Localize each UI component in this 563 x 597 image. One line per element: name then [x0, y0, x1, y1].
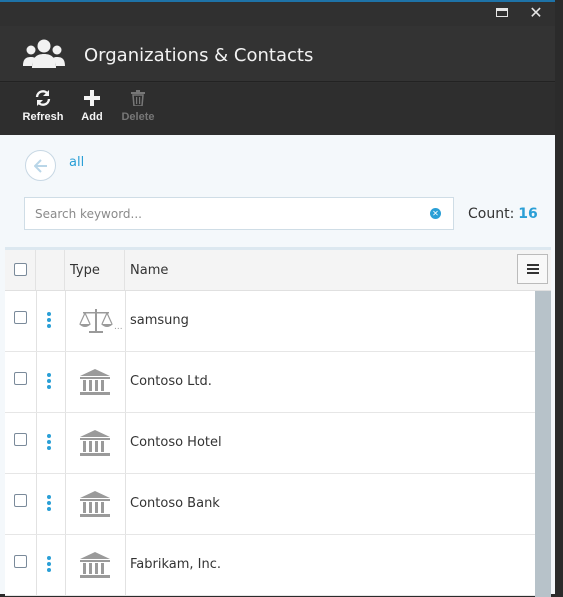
arrow-left-icon: [33, 158, 47, 173]
contacts-grid: Type Name ... samsung Contoso Ltd. Conto…: [5, 247, 551, 597]
row-name: Contoso Bank: [130, 496, 220, 511]
back-button[interactable]: [25, 150, 56, 181]
row-checkbox[interactable]: [14, 372, 27, 385]
row-menu-icon[interactable]: [47, 434, 51, 452]
table-row[interactable]: ... samsung: [5, 291, 535, 352]
grid-header: Type Name: [5, 250, 551, 291]
close-button[interactable]: ✕: [525, 4, 547, 22]
plus-icon: [84, 90, 100, 106]
scrollbar-thumb[interactable]: [535, 291, 551, 597]
table-row[interactable]: Contoso Bank: [5, 474, 535, 535]
building-icon: [79, 490, 111, 522]
trash-icon: [131, 90, 145, 106]
add-label: Add: [81, 111, 103, 123]
maximize-icon: [496, 8, 508, 17]
toolbar: Refresh Add Delete: [0, 83, 555, 135]
clear-search-icon[interactable]: ✕: [430, 208, 441, 219]
row-menu-icon[interactable]: [47, 495, 51, 513]
refresh-icon: [35, 90, 51, 106]
row-name: samsung: [130, 313, 189, 328]
column-header-type: Type: [70, 263, 100, 278]
delete-label: Delete: [121, 111, 155, 123]
header-name-cell[interactable]: Name: [125, 250, 550, 290]
app-window: ✕ Organizations & Contacts Refresh Add D…: [0, 0, 555, 597]
row-menu-icon[interactable]: [47, 556, 51, 574]
hamburger-icon: [526, 264, 539, 274]
select-all-checkbox[interactable]: [14, 263, 27, 276]
row-menu-icon[interactable]: [47, 373, 51, 391]
main-content: all ✕ Count:16 Type Name: [0, 135, 555, 597]
row-name: Contoso Hotel: [130, 435, 222, 450]
type-suffix: ...: [114, 322, 123, 332]
app-header: Organizations & Contacts: [0, 26, 555, 82]
contacts-group-icon: [23, 39, 65, 68]
column-header-name: Name: [130, 263, 169, 278]
count-display: Count: 16: [468, 206, 538, 222]
building-icon: [79, 368, 111, 400]
grid-scrollbar[interactable]: [535, 291, 551, 597]
row-checkbox[interactable]: [14, 555, 27, 568]
filter-breadcrumb[interactable]: all: [69, 155, 84, 170]
column-menu-button[interactable]: [517, 254, 548, 284]
table-row[interactable]: Contoso Ltd.: [5, 352, 535, 413]
header-type-cell[interactable]: Type: [65, 250, 125, 290]
count-label: Count:: [468, 206, 515, 222]
grid-rows: ... samsung Contoso Ltd. Contoso Hotel C…: [5, 291, 535, 597]
delete-button[interactable]: Delete: [120, 87, 156, 123]
count-value: 16: [518, 206, 538, 222]
row-name: Fabrikam, Inc.: [130, 557, 222, 572]
building-icon: [79, 551, 111, 583]
scales-icon: ...: [79, 307, 125, 339]
table-row[interactable]: Contoso Hotel: [5, 413, 535, 474]
row-checkbox[interactable]: [14, 433, 27, 446]
building-icon: [79, 429, 111, 461]
row-checkbox[interactable]: [14, 311, 27, 324]
row-menu-icon[interactable]: [47, 312, 51, 330]
add-button[interactable]: Add: [78, 87, 106, 123]
maximize-button[interactable]: [491, 4, 513, 22]
page-title: Organizations & Contacts: [84, 45, 314, 66]
refresh-label: Refresh: [22, 111, 64, 123]
row-checkbox[interactable]: [14, 494, 27, 507]
row-name: Contoso Ltd.: [130, 374, 212, 389]
header-menu-cell: [36, 250, 65, 290]
refresh-button[interactable]: Refresh: [22, 87, 64, 123]
search-box: ✕: [24, 197, 454, 230]
title-bar: ✕: [0, 2, 555, 24]
header-select-cell: [5, 250, 36, 290]
table-row[interactable]: Fabrikam, Inc.: [5, 535, 535, 596]
search-input[interactable]: [25, 198, 405, 229]
